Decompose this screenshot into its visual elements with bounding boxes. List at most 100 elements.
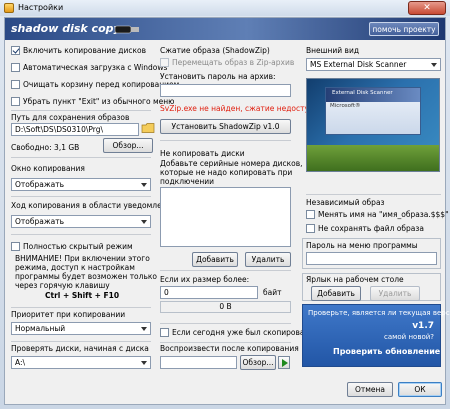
preview-sub: Microsoft®	[330, 103, 361, 109]
priority-select[interactable]: Нормальный	[11, 322, 151, 335]
separator	[160, 270, 291, 271]
free-space-label: Свободно: 3,1 GB	[11, 143, 80, 152]
move-zip-label: Перемещать образ в Zip-архив	[172, 58, 295, 67]
window-title: Настройки	[18, 3, 64, 12]
warning-text: через горячую клавишу	[15, 281, 110, 290]
size-input[interactable]: 0	[160, 286, 258, 299]
enable-copy-label: Включить копирование дисков	[23, 46, 147, 55]
autostart-checkbox[interactable]	[11, 63, 20, 72]
separator	[160, 323, 291, 324]
compression-label: Сжатие образа (ShadowZip)	[160, 46, 270, 55]
promo-text: самой новой?	[383, 333, 434, 341]
notify-label: Ход копирования в области уведомлений	[11, 201, 177, 210]
copy-window-label: Окно копирования	[11, 164, 85, 173]
separator	[11, 157, 151, 158]
hidden-mode-label: Полностью скрытый режим	[23, 242, 133, 251]
check-disks-label: Проверять диски, начиная с диска	[11, 344, 149, 353]
ok-button[interactable]: ОК	[398, 382, 442, 397]
chevron-down-icon	[141, 327, 147, 331]
cancel-button[interactable]: Отмена	[347, 382, 393, 397]
no-copy-label: Не копировать диски	[160, 149, 245, 158]
save-path-input[interactable]: D:\Soft\DS\DS0310\Prg\	[11, 123, 139, 136]
promo-version: v1.7	[412, 321, 434, 331]
separator	[11, 307, 151, 308]
help-project-button[interactable]: помочь проекту	[369, 22, 439, 36]
skin-value: MS External Disk Scanner	[310, 60, 407, 69]
priority-label: Приоритет при копировании	[11, 310, 126, 319]
copy-window-select[interactable]: Отображать	[11, 178, 151, 191]
error-text: SvZip.exe не найден, сжатие недоступно!	[160, 104, 327, 113]
notify-select[interactable]: Отображать	[11, 215, 151, 228]
separator	[160, 140, 291, 141]
no-copy-desc: которые не надо копировать при	[160, 168, 293, 177]
banner-logo: shadow disk copy	[11, 22, 121, 35]
preview-header: External Disk Scanner	[326, 88, 420, 102]
dialog-client: shadow disk copy помочь проекту Включить…	[4, 17, 450, 405]
size-unit: байт	[263, 288, 282, 297]
priority-value: Нормальный	[15, 324, 66, 333]
check-update-link[interactable]: Проверить обновление	[333, 347, 440, 356]
close-button[interactable]: ✕	[408, 1, 446, 15]
separator	[306, 194, 441, 195]
chevron-down-icon	[141, 361, 147, 365]
no-save-checkbox[interactable]	[306, 224, 315, 233]
remove-exit-checkbox[interactable]	[11, 97, 20, 106]
menu-password-input[interactable]	[306, 252, 437, 265]
usb-key-icon	[114, 25, 139, 34]
app-icon	[4, 3, 14, 13]
save-path-label: Путь для сохранения образов	[11, 113, 130, 122]
skin-select[interactable]: MS External Disk Scanner	[306, 58, 441, 71]
hidden-mode-checkbox[interactable]	[11, 242, 20, 251]
update-promo: Проверьте, является ли текущая версия v1…	[302, 304, 450, 367]
independent-label: Независимый образ	[306, 198, 385, 207]
sound-browse-button[interactable]: Обзор...	[240, 355, 276, 370]
add-serial-button[interactable]: Добавить	[192, 252, 238, 267]
password-label: Установить пароль на архив:	[160, 72, 276, 81]
chevron-down-icon	[141, 183, 147, 187]
skin-preview: External Disk Scanner Microsoft®	[306, 78, 440, 172]
clear-bin-label: Очищать корзину перед копированием	[23, 80, 180, 89]
move-zip-checkbox[interactable]	[160, 58, 169, 67]
browse-button[interactable]: Обзор...	[103, 138, 153, 153]
separator	[11, 110, 151, 111]
no-save-label: Не сохранять файл образа	[318, 224, 424, 233]
size-label: Если их размер более:	[160, 275, 250, 284]
notify-value: Отображать	[15, 217, 64, 226]
warning-text: ВНИМАНИЕ! При включении этого	[15, 254, 150, 263]
settings-window: Настройки ✕ shadow disk copy помочь прое…	[0, 0, 450, 409]
warning-text: режима, доступ к настройкам	[15, 263, 135, 272]
shortcut-delete-button[interactable]: Удалить	[370, 286, 420, 301]
preview-grass	[307, 145, 439, 171]
chevron-down-icon	[141, 220, 147, 224]
desktop-shortcut-label: Ярлык на рабочем столе	[306, 275, 404, 284]
play-label: Воспроизвести после копирования	[160, 344, 299, 353]
banner: shadow disk copy помочь проекту	[5, 18, 445, 40]
shortcut-add-button[interactable]: Добавить	[311, 286, 361, 301]
remove-exit-label: Убрать пункт "Exit" из обычного меню	[23, 97, 175, 106]
folder-icon[interactable]	[141, 122, 155, 134]
title-bar[interactable]: Настройки ✕	[0, 0, 450, 16]
warning-text: программы будет возможен только	[15, 272, 157, 281]
clear-bin-checkbox[interactable]	[11, 80, 20, 89]
separator	[11, 341, 151, 342]
delete-serial-button[interactable]: Удалить	[245, 252, 291, 267]
check-disks-value: A:\	[15, 358, 26, 367]
check-disks-select[interactable]: A:\	[11, 356, 151, 369]
autostart-label: Автоматическая загрузка с Windows	[23, 63, 168, 72]
sound-file-input[interactable]	[160, 356, 237, 369]
separator	[160, 342, 291, 343]
enable-copy-checkbox[interactable]	[11, 46, 20, 55]
size-bytes: 0 B	[219, 302, 232, 311]
today-copied-checkbox[interactable]	[160, 328, 169, 337]
archive-password-input[interactable]	[160, 84, 291, 97]
play-icon[interactable]	[278, 356, 290, 369]
separator	[11, 196, 151, 197]
rename-checkbox[interactable]	[306, 210, 315, 219]
install-shadowzip-button[interactable]: Установить ShadowZip v1.0	[160, 119, 291, 134]
hotkey-text: Ctrl + Shift + F10	[45, 291, 120, 300]
no-copy-desc: подключении	[160, 177, 215, 186]
rename-label: Менять имя на "имя_образа.$$$"	[318, 210, 449, 219]
preview-window: External Disk Scanner Microsoft®	[325, 87, 421, 135]
serial-list[interactable]	[160, 187, 291, 247]
today-copied-label: Если сегодня уже был скопирован	[172, 328, 310, 337]
